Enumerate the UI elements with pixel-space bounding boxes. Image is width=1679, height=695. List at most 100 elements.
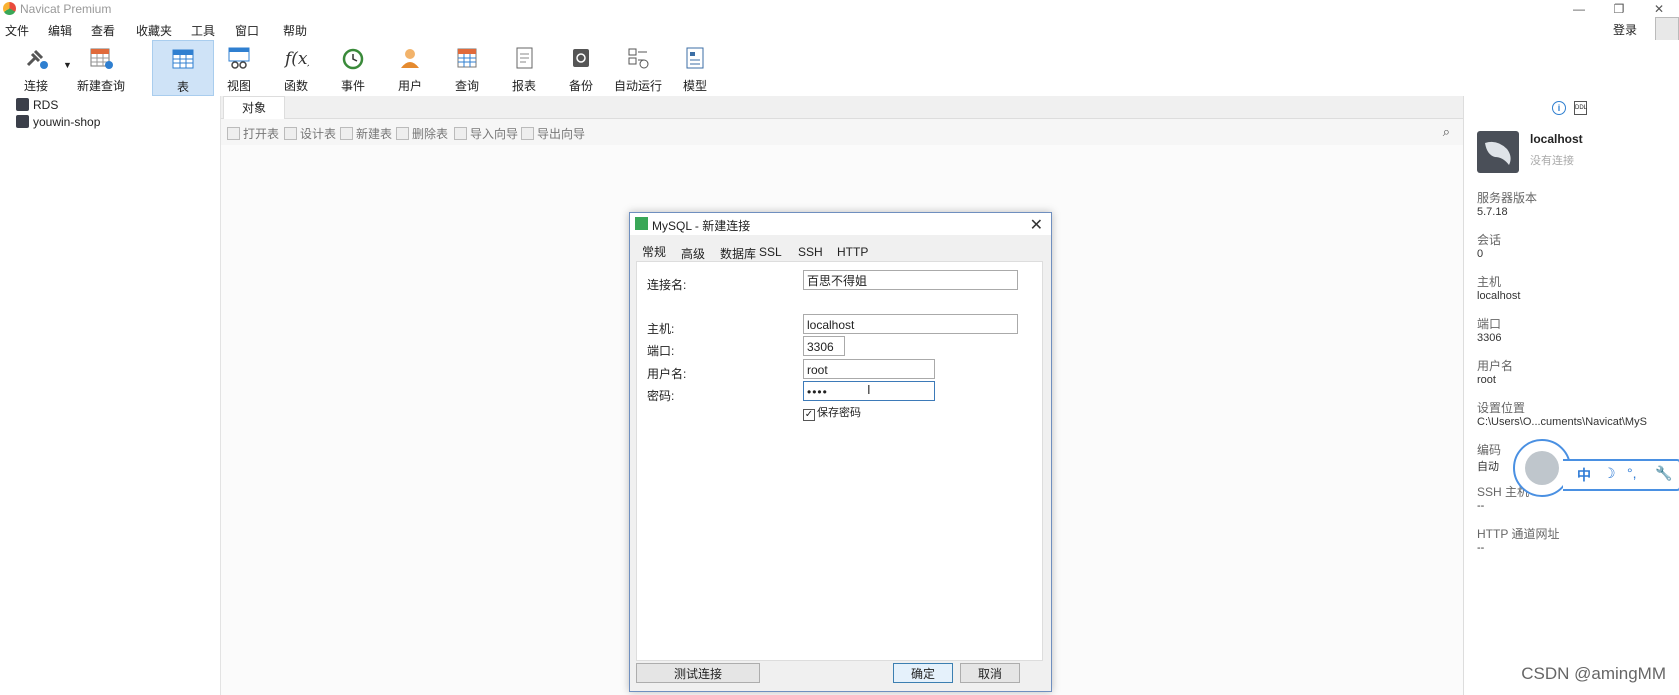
settings-location-value: C:\Users\O...cuments\Navicat\MyS [1477,416,1647,428]
plug-icon [26,49,48,69]
tab-advanced[interactable]: 高级 [681,245,705,262]
username-label: 用户名 [1477,359,1514,373]
info-icon[interactable]: i [1552,101,1566,115]
avatar[interactable] [1655,17,1679,41]
tab-objects[interactable]: 对象 [223,96,285,119]
tree-item-rds[interactable]: RDS [16,98,58,114]
tab-general[interactable]: 常规 [642,243,666,260]
connection-status: 没有连接 [1530,155,1574,167]
mysql-connection-icon [16,115,29,128]
query-icon [457,48,477,68]
import-icon [454,127,467,140]
cancel-button[interactable]: 取消 [960,663,1020,683]
toolbar-event[interactable]: 事件 [323,40,383,94]
watermark: CSDN @amingMM [1521,664,1666,683]
search-icon[interactable]: ⌕ [1443,124,1450,140]
password-field-label: 密码: [647,389,675,403]
import-wizard-button[interactable]: 导入向导 [454,125,518,142]
svg-text:f(x): f(x) [283,49,309,69]
delete-table-icon [396,127,409,140]
tab-databases[interactable]: 数据库 [720,245,756,262]
menu-view[interactable]: 查看 [91,22,115,39]
dialog-close-icon[interactable]: ✕ [1030,215,1043,235]
username-input[interactable]: root [803,359,935,379]
toolbar-report[interactable]: 报表 [494,40,554,94]
checkmark-icon: ✓ [803,409,815,421]
window-title: Navicat Premium [20,2,112,16]
port-input[interactable]: 3306 [803,336,845,356]
test-connection-button[interactable]: 测试连接 [636,663,760,683]
http-tunnel-value: -- [1477,542,1485,554]
menu-help[interactable]: 帮助 [283,22,307,39]
username-field-label: 用户名: [647,367,687,381]
input-assistant-widget[interactable]: 中 ☽ °, 🔧 [1513,439,1679,499]
export-wizard-button[interactable]: 导出向导 [521,125,585,142]
toolbar-backup[interactable]: 备份 [551,40,611,94]
menu-window[interactable]: 窗口 [235,22,259,39]
encoding-label: 编码 [1477,443,1502,457]
menu-file[interactable]: 文件 [5,22,29,39]
dialog-title-bar: MySQL - 新建连接 ✕ [630,213,1051,235]
dialog-title: MySQL - 新建连接 [652,219,751,233]
punctuation-icon[interactable]: °, [1627,465,1637,481]
design-table-button[interactable]: 设计表 [284,125,336,142]
tree-item-youwin-shop[interactable]: youwin-shop [16,115,100,131]
menu-edit[interactable]: 编辑 [48,22,72,39]
http-tunnel-label: HTTP 通道网址 [1477,527,1560,541]
general-tab-panel: 连接名: 百思不得姐 主机: localhost 端口: 3306 用户名: r… [636,261,1043,661]
restore-button[interactable]: ❐ [1599,0,1639,20]
delete-table-button[interactable]: 删除表 [396,125,448,142]
ddl-icon[interactable]: DDL [1574,101,1587,115]
toolbar-table[interactable]: 表 [152,40,214,96]
new-table-button[interactable]: 新建表 [340,125,392,142]
view-icon [228,47,250,69]
encoding-value: 自动 [1477,461,1499,473]
report-icon [516,47,533,69]
menu-tools[interactable]: 工具 [191,22,215,39]
sessions-value: 0 [1477,248,1484,260]
tab-ssh[interactable]: SSH [798,245,823,259]
wrench-icon[interactable]: 🔧 [1655,465,1672,482]
connection-name-input[interactable]: 百思不得姐 [803,270,1018,290]
info-panel: i DDL localhost 没有连接 服务器版本 5.7.18 会话 0 主… [1463,96,1679,695]
tab-ssl[interactable]: SSL [759,245,782,259]
table-icon [172,49,194,69]
assistant-toolbar: 中 ☽ °, 🔧 [1563,459,1679,491]
object-toolbar: 打开表 设计表 新建表 删除表 导入向导 导出向导 ⌕ [221,119,1464,145]
ssh-host-value: -- [1477,500,1485,512]
tab-bar: 对象 [221,96,1464,119]
toolbar-query[interactable]: 查询 [437,40,497,94]
main-toolbar: 连接 ▼ 新建查询 表 视图 f(x) 函数 事件 用户 查询 报表 备份 自动… [0,40,1679,96]
toolbar-view[interactable]: 视图 [209,40,269,94]
host-input[interactable]: localhost [803,314,1018,334]
open-table-button[interactable]: 打开表 [227,125,279,142]
model-icon [686,47,704,69]
ok-button[interactable]: 确定 [893,663,953,683]
title-bar: Navicat Premium — ❐ ✕ [0,0,1679,20]
settings-location-label: 设置位置 [1477,401,1526,415]
clock-icon [342,48,364,70]
connection-name: localhost [1530,132,1583,146]
toolbar-new-query[interactable]: 新建查询 [71,40,131,94]
host-label: 主机 [1477,275,1502,289]
save-password-checkbox[interactable]: ✓ 保存密码 [803,404,861,421]
username-value: root [1477,374,1496,386]
user-icon [401,49,419,68]
tab-http[interactable]: HTTP [837,245,868,259]
toolbar-user[interactable]: 用户 [380,40,440,94]
backup-icon [573,49,589,67]
login-link[interactable]: 登录 [1613,21,1637,38]
toolbar-automation[interactable]: 自动运行 [608,40,668,94]
toolbar-model[interactable]: 模型 [665,40,725,94]
toolbar-connection[interactable]: 连接 [6,40,66,94]
function-icon: f(x) [283,49,309,69]
minimize-button[interactable]: — [1559,0,1599,20]
new-query-icon [90,48,113,69]
moon-icon[interactable]: ☽ [1603,465,1616,482]
chinese-mode-toggle[interactable]: 中 [1577,465,1591,485]
mysql-connection-icon [16,98,29,111]
host-field-label: 主机: [647,322,675,336]
text-cursor-icon: I [867,382,871,397]
menu-favorites[interactable]: 收藏夹 [136,22,172,39]
toolbar-function[interactable]: f(x) 函数 [266,40,326,94]
